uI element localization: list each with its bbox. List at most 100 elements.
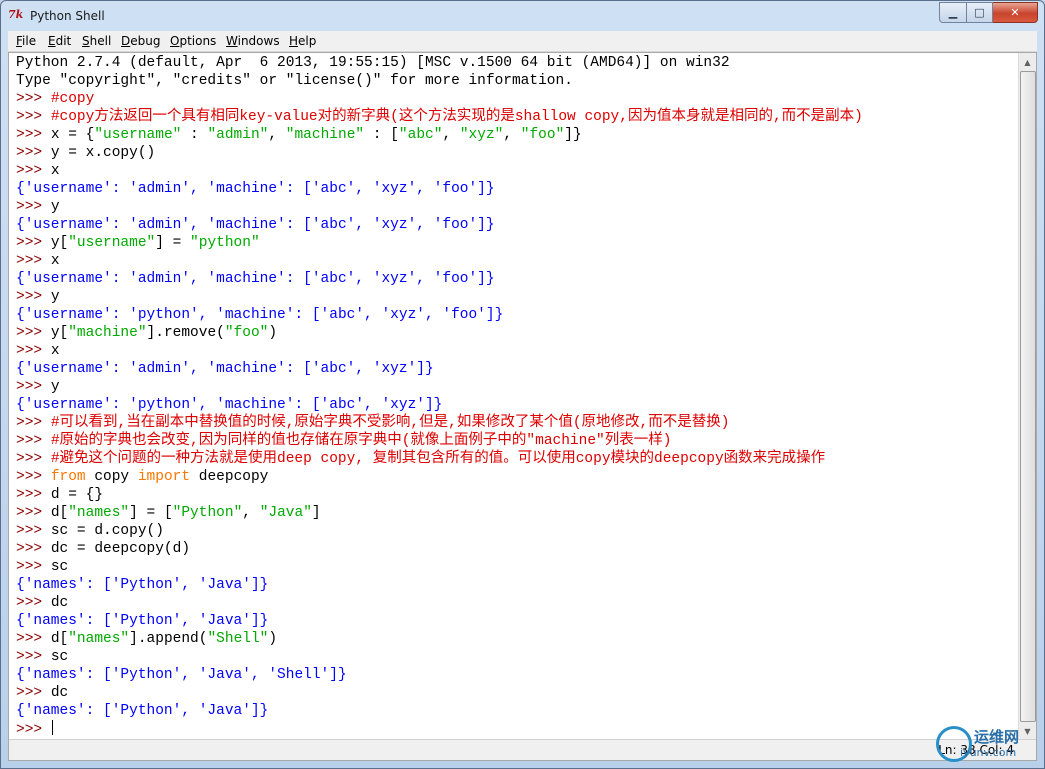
code-text: y [50, 289, 60, 305]
code-text: dc [50, 685, 69, 701]
shell-line: >>> #原始的字典也会改变,因为同样的值也存储在原字典中(就像上面例子中的"m… [16, 432, 671, 450]
code-text: , [503, 127, 521, 143]
result-line: {'names': ['Python', 'Java']} [16, 703, 269, 719]
menu-file[interactable]: File [16, 34, 36, 48]
code-text: y[ [50, 325, 69, 341]
shell-text-area[interactable]: Python 2.7.4 (default, Apr 6 2013, 19:55… [9, 53, 1018, 740]
shell-line: >>> d = {} [16, 486, 103, 504]
prompt: >>> [16, 127, 51, 143]
result-line: {'username': 'admin', 'machine': ['abc',… [16, 361, 434, 377]
result-line: {'username': 'admin', 'machine': ['abc',… [16, 217, 495, 233]
code-text: x [50, 253, 60, 269]
code-text: d[ [50, 631, 69, 647]
code-text: y = x.copy() [50, 145, 156, 161]
string-literal: "names" [68, 631, 130, 647]
shell-line: >>> #copy方法返回一个具有相同key-value对的新字典(这个方法实现… [16, 108, 863, 126]
code-text: , [242, 505, 260, 521]
string-literal: "foo" [224, 325, 269, 341]
code-text: dc [50, 595, 69, 611]
code-text: d = {} [50, 487, 104, 503]
input-line[interactable]: >>> [16, 720, 53, 738]
maximize-button[interactable]: □ [967, 2, 993, 23]
scroll-up-icon[interactable]: ▲ [1020, 54, 1035, 70]
prompt: >>> [16, 253, 51, 269]
code-text: y [50, 199, 60, 215]
menu-debug[interactable]: Debug [121, 34, 160, 48]
prompt: >>> [16, 235, 51, 251]
prompt: >>> [16, 325, 51, 341]
shell-line: >>> sc [16, 558, 68, 576]
python-shell-window: 7k Python Shell ▁ □ ✕ File Edit Shell De… [0, 0, 1045, 769]
result-line: {'names': ['Python', 'Java']} [16, 613, 269, 629]
code-text: d[ [50, 505, 69, 521]
prompt: >>> [16, 289, 51, 305]
code-text: , [442, 127, 460, 143]
title-bar[interactable]: 7k Python Shell ▁ □ ✕ [1, 1, 1044, 31]
text-cursor [51, 720, 53, 735]
keyword: import [137, 469, 191, 485]
shell-line: >>> y["machine"].remove("foo") [16, 324, 277, 342]
prompt: >>> [16, 487, 51, 503]
shell-line: >>> y [16, 198, 60, 216]
prompt: >>> [16, 199, 51, 215]
shell-line: >>> #copy [16, 90, 94, 108]
string-literal: "abc" [398, 127, 443, 143]
shell-line: >>> y["username"] = "python" [16, 234, 260, 252]
watermark: 运维网 iyunv.com [936, 724, 1036, 764]
window-title: Python Shell [30, 9, 105, 23]
prompt: >>> [16, 559, 51, 575]
banner-line: Python 2.7.4 (default, Apr 6 2013, 19:55… [16, 55, 730, 71]
code-text: ) [268, 631, 278, 647]
prompt: >>> [16, 505, 51, 521]
code-text: ] = [155, 235, 191, 251]
shell-line: >>> x [16, 342, 60, 360]
vertical-scrollbar[interactable]: ▲ ▼ [1018, 53, 1036, 740]
string-literal: "foo" [520, 127, 565, 143]
comment-text: #copy方法返回一个具有相同key-value对的新字典(这个方法实现的是sh… [50, 109, 863, 125]
menu-help[interactable]: Help [289, 34, 316, 48]
menu-windows[interactable]: Windows [226, 34, 280, 48]
menu-edit[interactable]: Edit [48, 34, 71, 48]
prompt: >>> [16, 145, 51, 161]
shell-line: >>> x [16, 162, 60, 180]
shell-line: >>> y [16, 378, 60, 396]
comment-text: #copy [50, 91, 95, 107]
scroll-thumb[interactable] [1020, 71, 1036, 722]
prompt: >>> [16, 451, 51, 467]
shell-line: >>> x [16, 252, 60, 270]
tk-feather-icon: 7k [8, 8, 24, 21]
shell-line: >>> #可以看到,当在副本中替换值的时候,原始字典不受影响,但是,如果修改了某… [16, 414, 729, 432]
watermark-subtext: iyunv.com [960, 746, 1017, 759]
menu-shell[interactable]: Shell [82, 34, 111, 48]
string-literal: "admin" [207, 127, 269, 143]
menu-options[interactable]: Options [170, 34, 216, 48]
result-line: {'username': 'python', 'machine': ['abc'… [16, 397, 443, 413]
code-text: x [50, 343, 60, 359]
shell-line: >>> from copy import deepcopy [16, 468, 268, 486]
code-text: ].append( [129, 631, 208, 647]
shell-line: >>> #避免这个问题的一种方法就是使用deep copy, 复制其包含所有的值… [16, 450, 825, 468]
code-text: sc [50, 559, 69, 575]
shell-line: >>> y [16, 288, 60, 306]
string-literal: "username" [94, 127, 182, 143]
window-controls: ▁ □ ✕ [939, 2, 1038, 23]
code-text: x = { [50, 127, 95, 143]
code-text: : [364, 127, 391, 143]
code-text: ].remove( [146, 325, 225, 341]
prompt: >>> [16, 163, 51, 179]
status-bar: Ln: 38 Col: 4 [9, 739, 1036, 760]
code-text: , [268, 127, 286, 143]
comment-text: #避免这个问题的一种方法就是使用deep copy, 复制其包含所有的值。可以使… [50, 451, 826, 467]
string-literal: "Java" [259, 505, 312, 521]
code-text: x [50, 163, 60, 179]
code-text: y [50, 379, 60, 395]
close-button[interactable]: ✕ [993, 2, 1038, 23]
code-text: y[ [50, 235, 69, 251]
result-line: {'username': 'python', 'machine': ['abc'… [16, 307, 504, 323]
shell-line: >>> dc [16, 594, 68, 612]
result-line: {'names': ['Python', 'Java', 'Shell']} [16, 667, 347, 683]
prompt: >>> [16, 91, 51, 107]
code-text: deepcopy [190, 469, 269, 485]
minimize-button[interactable]: ▁ [939, 2, 967, 23]
shell-line: >>> y = x.copy() [16, 144, 155, 162]
